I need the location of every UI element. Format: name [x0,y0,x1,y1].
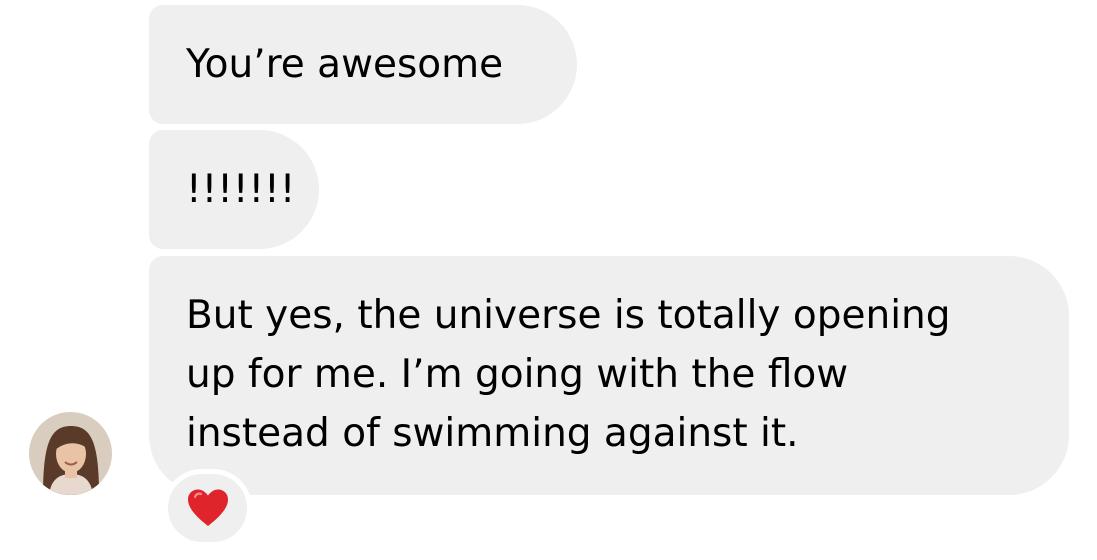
message-text-line: up for me. I’m going with the flow [186,352,849,397]
red-heart-icon [187,489,228,526]
message-text-line: But yes, the universe is totally opening [186,293,951,338]
message-bubble[interactable]: You’re awesome [149,5,577,124]
message-bubble[interactable]: !!!!!!! [149,130,319,249]
message-text: You’re awesome [186,42,504,87]
avatar-image [29,412,112,495]
message-text: !!!!!!! [186,167,296,212]
message-text-line: instead of swimming against it. [186,411,799,456]
reaction-badge[interactable] [163,469,252,547]
message-bubble[interactable]: But yes, the universe is totally opening… [149,256,1069,495]
contact-avatar[interactable] [29,412,112,495]
